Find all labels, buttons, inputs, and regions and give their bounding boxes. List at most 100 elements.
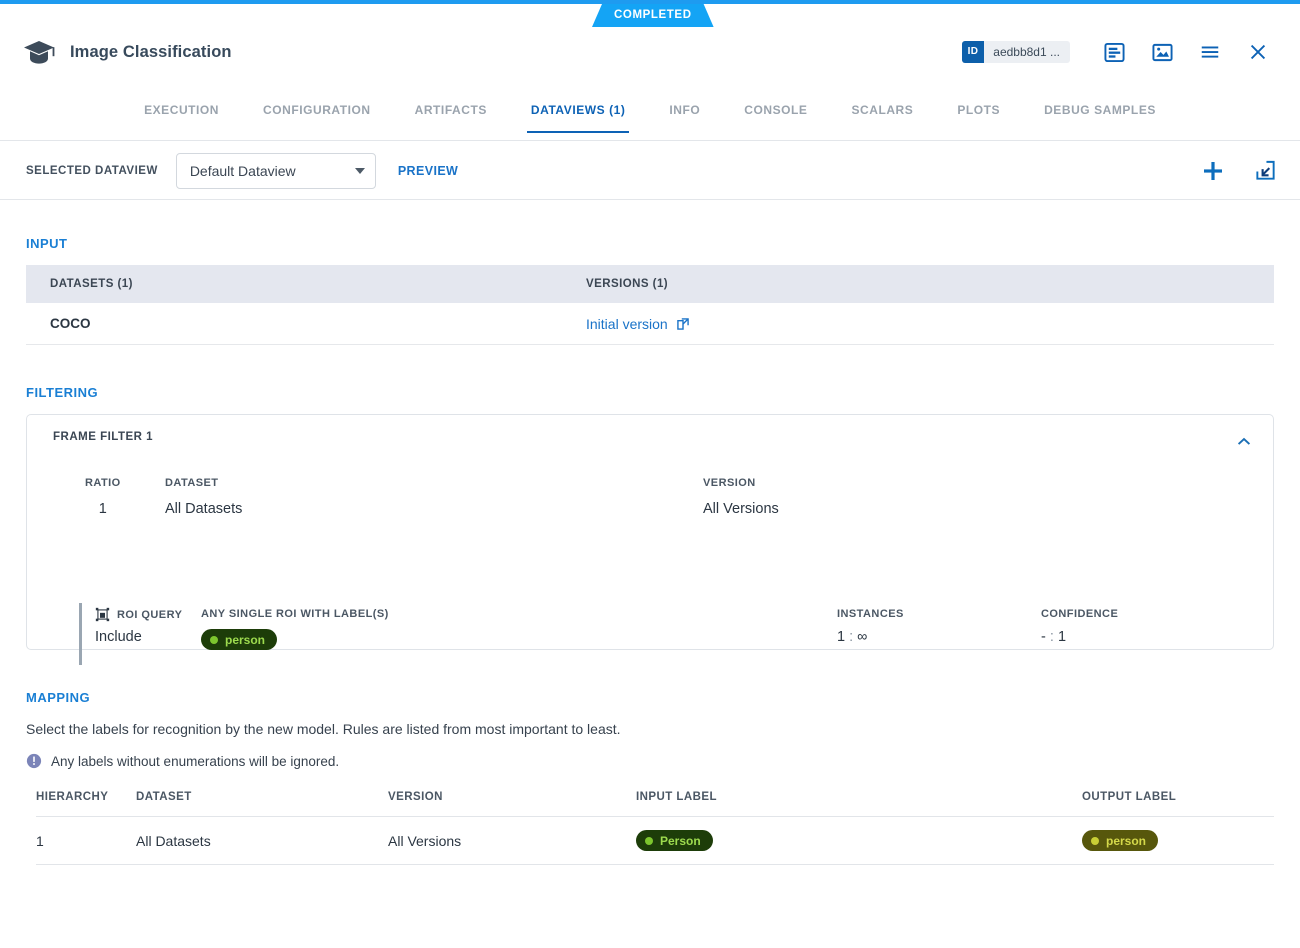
chevron-down-icon xyxy=(355,168,365,174)
dataview-select-value: Default Dataview xyxy=(190,163,355,179)
instances-label: INSTANCES xyxy=(837,608,904,620)
version-link[interactable]: Initial version xyxy=(586,316,690,332)
column-hierarchy: HIERARCHY xyxy=(36,791,136,803)
column-output-label: OUTPUT LABEL xyxy=(1082,791,1274,803)
roi-label-chip[interactable]: person xyxy=(201,629,277,650)
mapping-description: Select the labels for recognition by the… xyxy=(0,721,1300,737)
selected-dataview-label: SELECTED DATAVIEW xyxy=(26,165,158,177)
dataset-name: COCO xyxy=(26,316,586,331)
input-label-chip-text: Person xyxy=(660,834,701,848)
mapping-section-title: MAPPING xyxy=(0,690,1300,705)
image-view-icon[interactable] xyxy=(1138,35,1186,69)
dataset-label: DATASET xyxy=(165,477,242,489)
roi-label-chip-text: person xyxy=(225,633,265,647)
import-icon[interactable] xyxy=(1248,154,1282,188)
brand: Image Classification xyxy=(0,38,232,66)
input-label-chip[interactable]: Person xyxy=(636,830,713,851)
ratio-label: RATIO xyxy=(85,477,121,489)
id-value: aedbb8d1 ... xyxy=(984,41,1070,63)
version-link-label: Initial version xyxy=(586,316,668,332)
output-label-cell: person xyxy=(1082,830,1274,851)
tab-console[interactable]: CONSOLE xyxy=(722,96,829,132)
column-input-label: INPUT LABEL xyxy=(636,791,1082,803)
column-version: VERSION xyxy=(388,791,636,803)
input-table: DATASETS (1) VERSIONS (1) COCO Initial v… xyxy=(26,265,1274,345)
roi-label-chip-wrap: person xyxy=(201,629,277,650)
tab-info[interactable]: INFO xyxy=(647,96,722,132)
plus-icon[interactable] xyxy=(1196,154,1230,188)
tab-artifacts[interactable]: ARTIFACTS xyxy=(393,96,509,132)
output-label-chip-text: person xyxy=(1106,834,1146,848)
top-accent-bar xyxy=(0,0,1300,4)
frame-filter-card: FRAME FILTER 1 RATIO 1 DATASET xyxy=(26,414,1274,650)
roi-query-block: ROI QUERY Include ANY SINGLE ROI WITH LA… xyxy=(79,603,1273,665)
id-tag-label: ID xyxy=(962,41,985,63)
output-label-chip[interactable]: person xyxy=(1082,830,1158,851)
instances-max: ∞ xyxy=(857,629,867,645)
close-icon[interactable] xyxy=(1234,35,1282,69)
label-color-dot xyxy=(645,837,653,845)
tab-bar: EXECUTION CONFIGURATION ARTIFACTS DATAVI… xyxy=(0,96,1300,141)
field-version: VERSION All Versions xyxy=(703,477,779,517)
column-versions: VERSIONS (1) xyxy=(586,278,668,290)
instances-separator: : xyxy=(849,629,853,645)
confidence-min: - xyxy=(1041,629,1046,645)
external-link-icon xyxy=(676,317,690,331)
info-icon xyxy=(26,753,42,769)
dataview-body: INPUT DATASETS (1) VERSIONS (1) COCO Ini… xyxy=(0,200,1300,948)
confidence-label: CONFIDENCE xyxy=(1041,608,1118,620)
frame-filter-fields: RATIO 1 DATASET All Datasets VERSION All… xyxy=(27,477,1273,535)
roi-accent-bar xyxy=(79,603,82,665)
dataview-page: COMPLETED Image Classification ID aedbb8… xyxy=(0,0,1300,948)
version-value: All Versions xyxy=(703,501,779,517)
dataset-value: All Datasets xyxy=(136,833,388,849)
tab-debug-samples[interactable]: DEBUG SAMPLES xyxy=(1022,96,1178,132)
input-section-title: INPUT xyxy=(0,236,1300,251)
dataset-value: All Datasets xyxy=(165,501,242,517)
column-dataset: DATASET xyxy=(136,791,388,803)
version-cell: Initial version xyxy=(586,316,690,332)
version-label: VERSION xyxy=(703,477,779,489)
tab-scalars[interactable]: SCALARS xyxy=(829,96,935,132)
tab-plots[interactable]: PLOTS xyxy=(935,96,1022,132)
status-badge: COMPLETED xyxy=(592,4,714,27)
roi-query-value: Include xyxy=(95,629,142,645)
roi-query-header: ROI QUERY xyxy=(95,607,182,622)
input-label-cell: Person xyxy=(636,830,1082,851)
frame-filter-title: FRAME FILTER 1 xyxy=(53,431,153,443)
table-row: COCO Initial version xyxy=(26,303,1274,345)
table-row: 1 All Datasets All Versions Person perso… xyxy=(36,817,1274,865)
tab-configuration[interactable]: CONFIGURATION xyxy=(241,96,393,132)
label-color-dot xyxy=(210,636,218,644)
dataview-select[interactable]: Default Dataview xyxy=(176,153,376,189)
mapping-note: Any labels without enumerations will be … xyxy=(0,753,1300,769)
tab-execution[interactable]: EXECUTION xyxy=(122,96,241,132)
roi-box-icon xyxy=(95,607,110,622)
graduation-cap-icon xyxy=(22,38,56,66)
confidence-max: 1 xyxy=(1058,629,1066,645)
field-ratio: RATIO 1 xyxy=(85,477,121,517)
instances-min: 1 xyxy=(837,629,845,645)
chevron-up-icon[interactable] xyxy=(1227,425,1261,459)
tab-dataviews[interactable]: DATAVIEWS (1) xyxy=(509,96,647,132)
header-actions: ID aedbb8d1 ... xyxy=(962,35,1300,69)
confidence-separator: : xyxy=(1050,629,1054,645)
input-table-header: DATASETS (1) VERSIONS (1) xyxy=(26,265,1274,303)
menu-icon[interactable] xyxy=(1186,35,1234,69)
mapping-table-header: HIERARCHY DATASET VERSION INPUT LABEL OU… xyxy=(36,791,1274,817)
page-title: Image Classification xyxy=(70,43,232,62)
roi-query-label: ROI QUERY xyxy=(117,609,182,621)
instances-value: 1 : ∞ xyxy=(837,629,868,645)
version-value: All Versions xyxy=(388,833,636,849)
filtering-section-title: FILTERING xyxy=(0,385,1300,400)
mapping-table: HIERARCHY DATASET VERSION INPUT LABEL OU… xyxy=(36,791,1274,865)
hierarchy-value: 1 xyxy=(36,833,136,849)
task-id-chip[interactable]: ID aedbb8d1 ... xyxy=(962,41,1070,63)
ratio-value: 1 xyxy=(85,501,121,517)
toolbar-actions xyxy=(1196,154,1282,188)
preview-button[interactable]: PREVIEW xyxy=(398,164,458,178)
page-header: Image Classification ID aedbb8d1 ... xyxy=(0,27,1300,77)
log-view-icon[interactable] xyxy=(1090,35,1138,69)
label-color-dot xyxy=(1091,837,1099,845)
column-datasets: DATASETS (1) xyxy=(26,278,586,290)
